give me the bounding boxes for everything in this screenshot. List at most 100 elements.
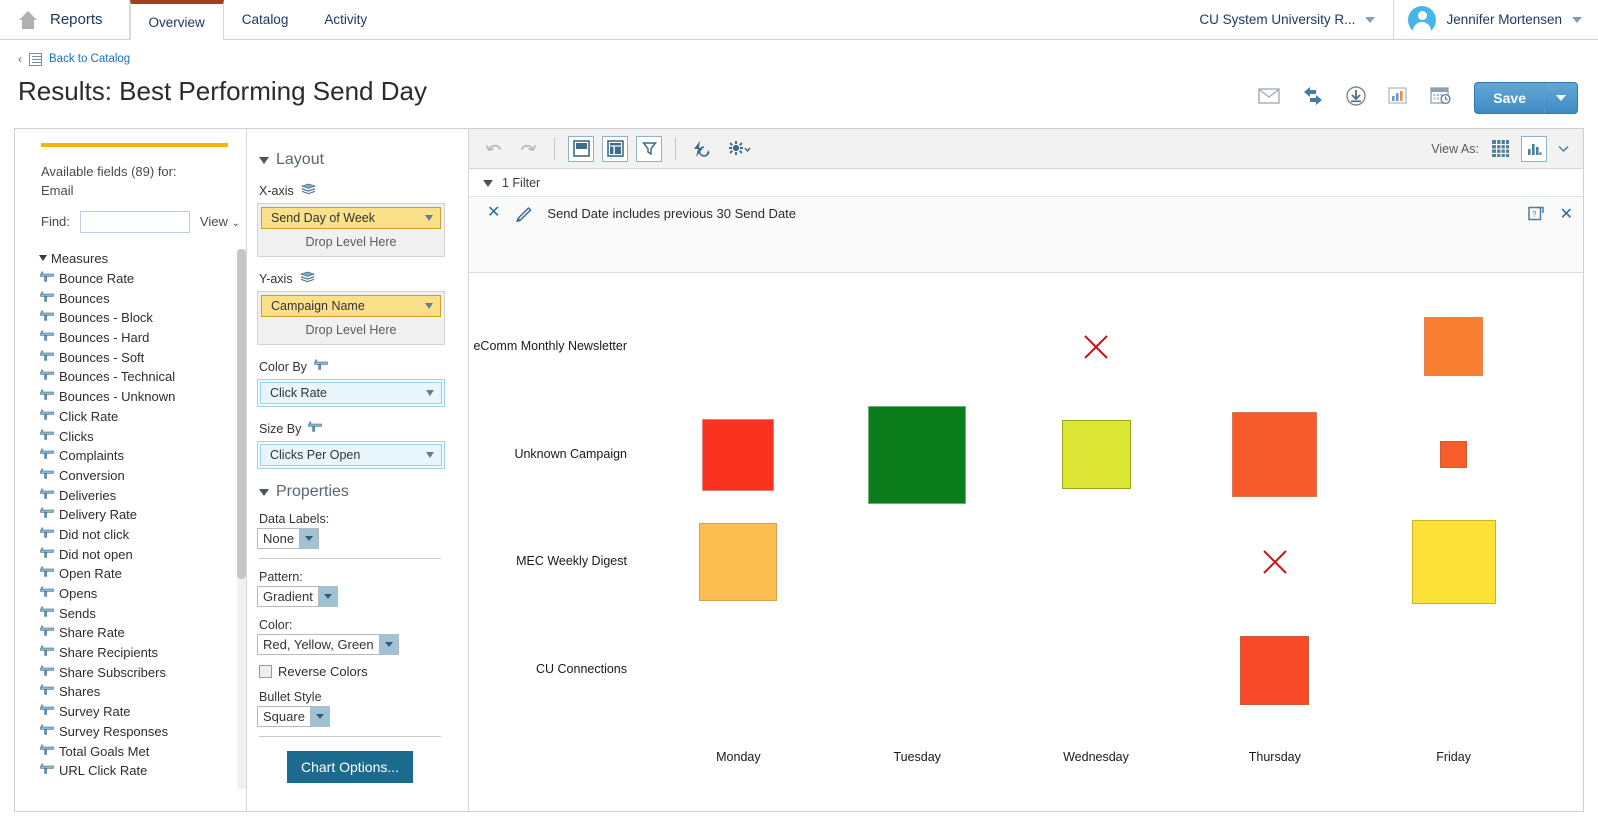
chevron-down-icon[interactable]	[299, 529, 319, 548]
chart-icon[interactable]	[1388, 86, 1408, 110]
panel-layout-icon[interactable]	[568, 135, 594, 162]
chart-marker[interactable]	[1440, 441, 1468, 469]
fields-scrollbar[interactable]	[237, 249, 246, 789]
size-by-select-box[interactable]: Clicks Per Open	[257, 441, 445, 469]
field-item[interactable]: Delivery Rate	[39, 505, 246, 525]
field-item[interactable]: Share Rate	[39, 623, 246, 643]
field-item[interactable]: URL Click Rate	[39, 761, 246, 781]
chart-marker[interactable]	[702, 418, 775, 491]
gear-icon[interactable]	[723, 136, 757, 162]
share-icon[interactable]	[1302, 86, 1324, 111]
tab-catalog[interactable]: Catalog	[224, 0, 307, 39]
field-item[interactable]: Did not click	[39, 525, 246, 545]
chart-marker[interactable]	[1232, 412, 1318, 498]
redo-icon[interactable]	[515, 136, 541, 162]
color-by-label: Color By	[259, 359, 307, 374]
filter-funnel-icon[interactable]	[636, 135, 662, 162]
help-box-icon[interactable]: ?	[1527, 205, 1544, 224]
remove-filter-icon[interactable]: ✕	[487, 205, 500, 221]
size-by-select[interactable]: Clicks Per Open	[260, 444, 442, 466]
save-button-label: Save	[1475, 83, 1545, 113]
chevron-down-icon[interactable]	[309, 707, 329, 726]
field-item[interactable]: Bounces - Hard	[39, 328, 246, 348]
chart-marker[interactable]	[1061, 420, 1131, 490]
tab-activity[interactable]: Activity	[306, 0, 385, 39]
download-icon[interactable]	[1346, 85, 1366, 111]
view-as-dropdown-icon[interactable]	[1555, 136, 1571, 162]
back-to-catalog-link[interactable]: Back to Catalog	[49, 53, 130, 65]
field-item[interactable]: Survey Responses	[39, 722, 246, 742]
undo-icon[interactable]	[481, 136, 507, 162]
x-axis-dropzone[interactable]: Send Day of Week Drop Level Here	[257, 203, 445, 257]
field-item[interactable]: Share Subscribers	[39, 662, 246, 682]
field-item[interactable]: Bounces - Technical	[39, 367, 246, 387]
field-item[interactable]: Conversion	[39, 466, 246, 486]
chart-plot-area[interactable]: eComm Monthly Newsletter Unknown Campaign…	[469, 273, 1583, 794]
chart-options-button[interactable]: Chart Options...	[287, 751, 414, 783]
field-item[interactable]: Click Rate	[39, 407, 246, 427]
color-by-select-box[interactable]: Click Rate	[257, 379, 445, 407]
close-filter-icon[interactable]: ✕	[1560, 206, 1573, 223]
user-menu[interactable]: Jennifer Mortensen	[1394, 0, 1598, 39]
field-item[interactable]: Opens	[39, 584, 246, 604]
chart-marker[interactable]	[1424, 317, 1484, 377]
color-select[interactable]: Red, Yellow, Green	[257, 634, 399, 655]
field-item[interactable]: Bounce Rate	[39, 269, 246, 289]
reverse-colors-row[interactable]: Reverse Colors	[259, 664, 468, 679]
chart-toolbar: View As:	[469, 129, 1583, 169]
grid-view-icon[interactable]	[1487, 136, 1513, 162]
null-value-marker[interactable]	[1261, 548, 1289, 581]
field-item[interactable]: Bounces - Unknown	[39, 387, 246, 407]
measure-icon	[40, 763, 54, 778]
field-item[interactable]: Bounces - Soft	[39, 347, 246, 367]
properties-section-header[interactable]: Properties	[259, 483, 468, 501]
chart-marker[interactable]	[699, 523, 778, 602]
chevron-down-icon[interactable]	[317, 587, 337, 606]
field-item[interactable]: Survey Rate	[39, 702, 246, 722]
chart-marker[interactable]	[1240, 635, 1310, 705]
pattern-select[interactable]: Gradient	[257, 586, 338, 607]
measures-group-toggle[interactable]: Measures	[39, 251, 246, 266]
find-input[interactable]	[79, 210, 190, 233]
y-axis-field-pill[interactable]: Campaign Name	[261, 295, 441, 317]
y-axis-dropzone[interactable]: Campaign Name Drop Level Here	[257, 291, 445, 345]
field-item[interactable]: Deliveries	[39, 485, 246, 505]
field-item[interactable]: Total Goals Met	[39, 741, 246, 761]
data-labels-select[interactable]: None	[257, 528, 320, 549]
field-item[interactable]: Share Recipients	[39, 643, 246, 663]
field-item[interactable]: Did not open	[39, 544, 246, 564]
field-item[interactable]: Clicks	[39, 426, 246, 446]
field-item[interactable]: Open Rate	[39, 564, 246, 584]
schedule-icon[interactable]	[1430, 86, 1452, 110]
fields-scrollbar-thumb[interactable]	[237, 249, 246, 579]
chart-marker[interactable]	[1411, 520, 1496, 605]
filter-header[interactable]: 1 Filter	[469, 169, 1583, 196]
org-selector[interactable]: CU System University R...	[1181, 0, 1395, 39]
x-axis-field-pill[interactable]: Send Day of Week	[261, 207, 441, 229]
view-as-label: View As:	[1431, 141, 1479, 156]
field-item[interactable]: Bounces - Block	[39, 308, 246, 328]
field-item[interactable]: Sends	[39, 603, 246, 623]
bullet-style-select[interactable]: Square	[257, 706, 330, 727]
pattern-label: Pattern:	[259, 570, 303, 584]
reverse-colors-checkbox[interactable]	[259, 665, 272, 678]
null-value-marker[interactable]	[1082, 333, 1110, 366]
columns-layout-icon[interactable]	[602, 135, 628, 162]
chevron-down-icon[interactable]	[378, 635, 398, 654]
save-button[interactable]: Save	[1474, 82, 1578, 114]
field-item[interactable]: Bounces	[39, 288, 246, 308]
save-dropdown-toggle[interactable]	[1545, 83, 1577, 113]
chart-marker[interactable]	[868, 405, 967, 504]
field-items-container: Bounce Rate Bounces Bounces - Block Bounces…	[39, 269, 246, 781]
color-by-select[interactable]: Click Rate	[260, 382, 442, 404]
field-item[interactable]: Complaints	[39, 446, 246, 466]
brand-home-link[interactable]: Reports	[0, 0, 130, 39]
tab-overview[interactable]: Overview	[129, 0, 224, 40]
layout-section-header[interactable]: Layout	[259, 151, 468, 169]
email-icon[interactable]	[1258, 87, 1280, 109]
pencil-icon[interactable]	[514, 206, 533, 226]
chart-view-icon[interactable]	[1521, 135, 1547, 162]
auto-refresh-icon[interactable]	[689, 136, 715, 162]
field-item[interactable]: Shares	[39, 682, 246, 702]
view-menu[interactable]: View ⌄	[200, 214, 240, 229]
